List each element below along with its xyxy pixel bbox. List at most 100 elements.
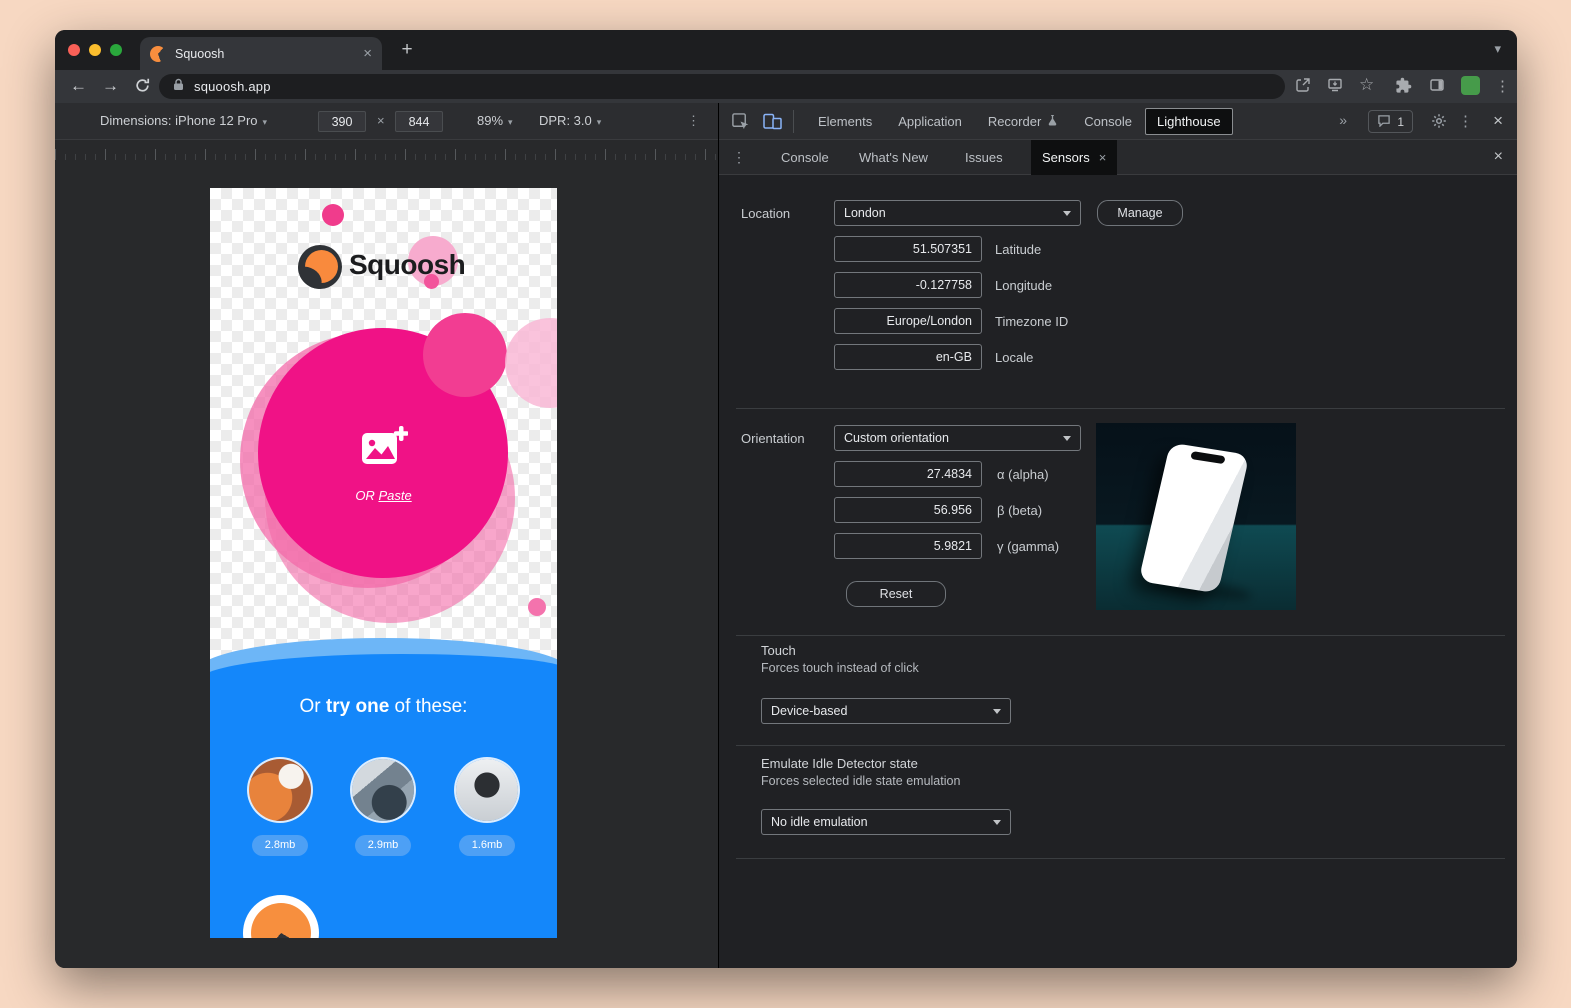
sample-size-badge: 1.6mb: [459, 835, 515, 856]
chevron-down-icon: ▾: [508, 117, 513, 127]
drawer-close-icon[interactable]: ×: [1494, 148, 1503, 166]
paste-link[interactable]: Paste: [378, 488, 411, 503]
devtools-close-icon[interactable]: ×: [1493, 111, 1503, 131]
open-in-new-icon[interactable]: [1295, 77, 1311, 98]
timezone-input[interactable]: [834, 308, 982, 334]
browser-toolbar: ← → squoosh.app ☆: [55, 70, 1517, 103]
touch-select[interactable]: Device-based: [761, 698, 1011, 724]
chevron-down-icon: [1063, 436, 1071, 441]
badge-count: 1: [1397, 115, 1404, 129]
gamma-input[interactable]: [834, 533, 982, 559]
idle-title: Emulate Idle Detector state: [761, 756, 918, 771]
zoom-selector[interactable]: 89%▾: [477, 113, 513, 128]
lock-icon: [173, 78, 184, 96]
alpha-label: α (alpha): [997, 467, 1049, 482]
viewport-height-input[interactable]: [395, 111, 443, 132]
tab-search-chevron-icon[interactable]: ▾: [1494, 41, 1501, 57]
locale-input[interactable]: [834, 344, 982, 370]
tab-lighthouse[interactable]: Lighthouse: [1145, 108, 1233, 135]
chevron-down-icon: ▾: [263, 117, 268, 127]
back-button[interactable]: ←: [70, 75, 87, 97]
phone-notch: [1190, 451, 1225, 464]
location-select[interactable]: London: [834, 200, 1081, 226]
side-panel-icon[interactable]: [1429, 77, 1445, 98]
device-toolbar-menu-icon[interactable]: ⋮: [687, 113, 700, 129]
devtools-menu-icon[interactable]: ⋮: [1458, 112, 1473, 130]
section-divider: [736, 745, 1505, 746]
devtools-tabs: Elements Application Recorder Console Li…: [805, 103, 1233, 140]
touch-title: Touch: [761, 643, 796, 658]
sample-image-phone[interactable]: [456, 759, 518, 821]
sample-image-dog[interactable]: [352, 759, 414, 821]
experiment-flask-icon: [1047, 114, 1058, 129]
latitude-input[interactable]: [834, 236, 982, 262]
device-selector[interactable]: Dimensions: iPhone 12 Pro▾: [100, 113, 267, 128]
sensors-tab-close-icon[interactable]: ×: [1099, 150, 1107, 165]
device-viewport: Squoosh OR Paste Or try one of these:: [210, 188, 557, 938]
pink-blob-circle: [423, 313, 507, 397]
new-tab-button[interactable]: +: [395, 38, 419, 62]
orientation-preview[interactable]: [1096, 423, 1296, 610]
idle-select[interactable]: No idle emulation: [761, 809, 1011, 835]
longitude-input[interactable]: [834, 272, 982, 298]
tab-recorder[interactable]: Recorder: [975, 114, 1071, 129]
device-toolbar-toggle-icon[interactable]: [763, 113, 782, 135]
chat-bubble-icon: [1377, 114, 1391, 130]
more-tabs-icon[interactable]: »: [1339, 112, 1347, 128]
browser-menu-icon[interactable]: ⋮: [1495, 77, 1510, 95]
manage-button[interactable]: Manage: [1097, 200, 1183, 226]
traffic-light-zoom[interactable]: [110, 44, 122, 56]
tab-title: Squoosh: [175, 47, 363, 61]
bookmark-star-icon[interactable]: ☆: [1359, 75, 1374, 95]
drawer-tab-whats-new[interactable]: What's New: [859, 150, 928, 165]
sample-size-badge: 2.9mb: [355, 835, 411, 856]
drawer-tab-console[interactable]: Console: [781, 150, 829, 165]
install-app-icon[interactable]: [1327, 77, 1343, 98]
squoosh-logo-icon: [298, 245, 342, 289]
chevron-down-icon: [993, 709, 1001, 714]
browser-tab[interactable]: Squoosh ×: [140, 37, 382, 70]
inspect-element-icon[interactable]: [731, 112, 750, 136]
sensors-tab-label: Sensors: [1042, 150, 1090, 165]
image-upload-icon[interactable]: [360, 424, 408, 473]
forward-button[interactable]: →: [102, 75, 119, 97]
reset-button[interactable]: Reset: [846, 581, 946, 607]
locale-label: Locale: [995, 350, 1033, 365]
traffic-light-close[interactable]: [68, 44, 80, 56]
section-divider: [736, 858, 1505, 859]
tab-elements[interactable]: Elements: [805, 114, 885, 129]
alpha-input[interactable]: [834, 461, 982, 487]
beta-input[interactable]: [834, 497, 982, 523]
squoosh-logo-text: Squoosh: [349, 249, 465, 281]
timezone-label: Timezone ID: [995, 314, 1068, 329]
tab-console[interactable]: Console: [1071, 114, 1145, 129]
viewport-width-input[interactable]: [318, 111, 366, 132]
settings-gear-icon[interactable]: [1431, 113, 1447, 134]
desktop-background: Squoosh × + ▾ ← → squoosh.app: [0, 0, 1571, 1008]
beta-label: β (beta): [997, 503, 1042, 518]
extensions-puzzle-icon[interactable]: [1395, 77, 1412, 99]
address-bar[interactable]: squoosh.app: [159, 74, 1285, 99]
gamma-label: γ (gamma): [997, 539, 1059, 554]
drawer-menu-icon[interactable]: ⋮: [732, 149, 746, 166]
profile-avatar[interactable]: [1461, 76, 1480, 95]
dpr-selector[interactable]: DPR: 3.0▾: [539, 113, 601, 128]
device-mode-ruler: [55, 140, 718, 160]
tab-application[interactable]: Application: [885, 114, 975, 129]
or-text: OR: [355, 488, 378, 503]
url-text: squoosh.app: [194, 79, 271, 94]
latitude-label: Latitude: [995, 242, 1041, 257]
drawer-tab-issues[interactable]: Issues: [965, 150, 1003, 165]
devtools-panel: Elements Application Recorder Console Li…: [718, 103, 1517, 968]
drawer-tab-sensors[interactable]: Sensors ×: [1031, 140, 1117, 175]
tab-close-icon[interactable]: ×: [363, 45, 372, 62]
reload-button[interactable]: [134, 77, 151, 99]
orientation-label: Orientation: [741, 431, 805, 446]
traffic-light-minimize[interactable]: [89, 44, 101, 56]
device-mode-toolbar: Dimensions: iPhone 12 Pro▾ × 89%▾ DPR: 3…: [55, 103, 718, 140]
pink-dot: [322, 204, 344, 226]
orientation-select[interactable]: Custom orientation: [834, 425, 1081, 451]
sensors-panel: Location London Manage Latitude Longitud…: [719, 175, 1517, 968]
console-messages-badge[interactable]: 1: [1368, 110, 1413, 133]
sample-image-panda[interactable]: [249, 759, 311, 821]
